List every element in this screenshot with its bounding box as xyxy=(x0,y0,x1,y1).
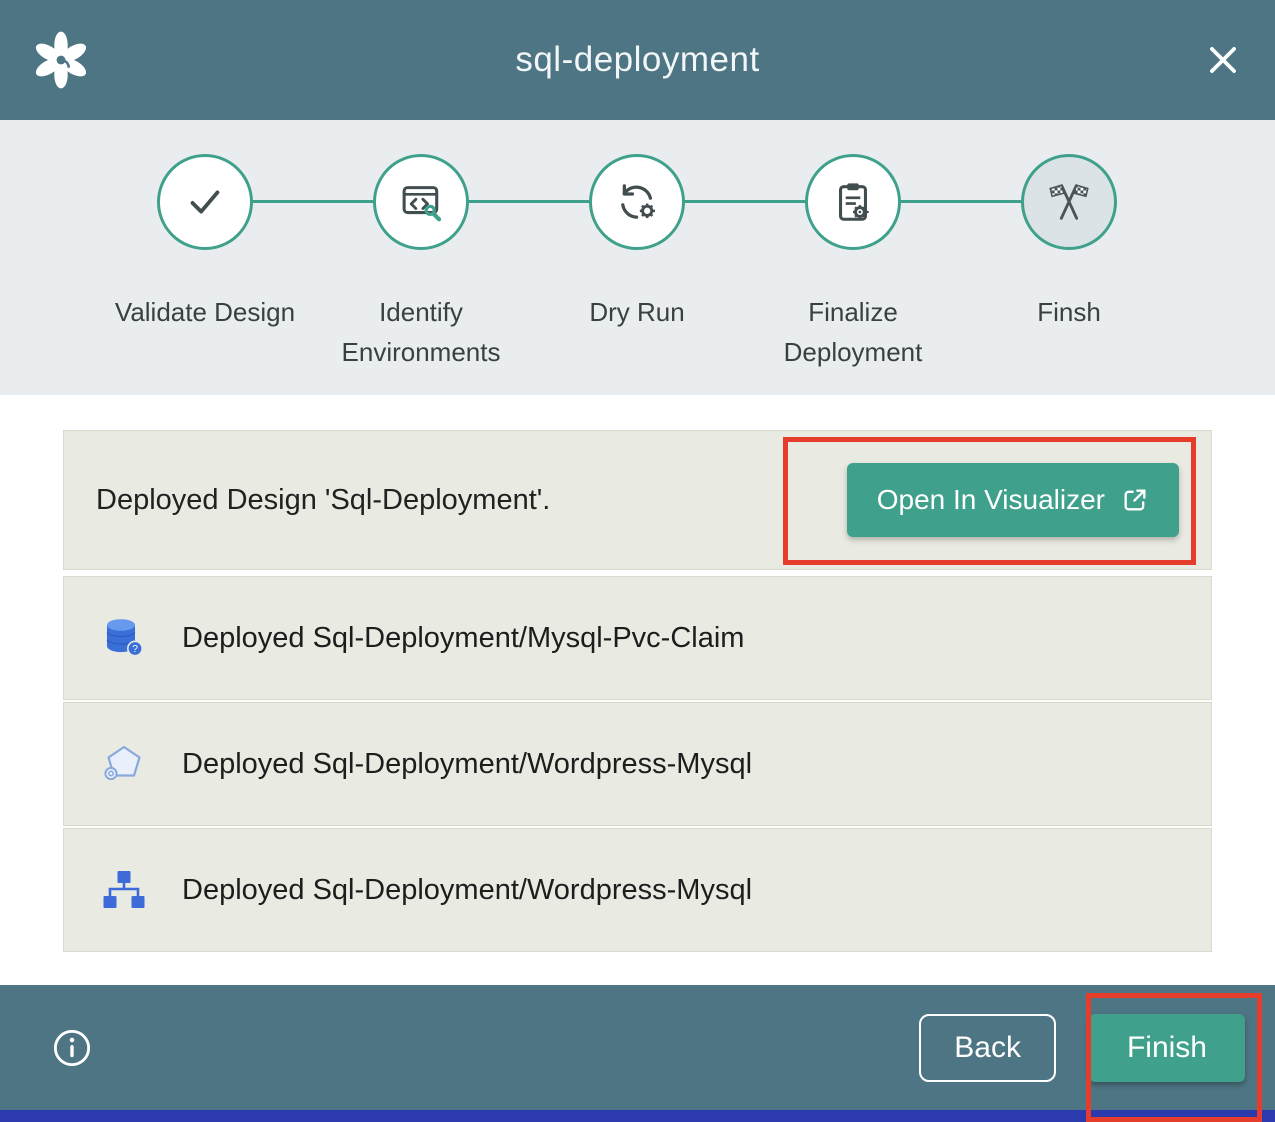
info-icon xyxy=(52,1028,92,1068)
deployed-item-text: Deployed Sql-Deployment/Mysql-Pvc-Claim xyxy=(182,622,744,655)
sql-deployment-modal: sql-deployment Validate Design xyxy=(0,0,1275,1122)
step-label: Dry Run xyxy=(589,292,684,332)
step-validate-design[interactable]: Validate Design xyxy=(97,154,313,372)
open-in-visualizer-label: Open In Visualizer xyxy=(877,484,1105,516)
clipboard-gear-icon xyxy=(830,179,876,225)
step-circle-dry-run xyxy=(589,154,685,250)
deployed-design-row: Deployed Design 'Sql-Deployment'. Open I… xyxy=(63,430,1212,570)
step-label: Finalize Deployment xyxy=(762,292,944,372)
back-button[interactable]: Back xyxy=(919,1014,1056,1082)
step-circle-finalize xyxy=(805,154,901,250)
code-window-wrench-icon xyxy=(398,179,444,225)
deployment-results: Deployed Design 'Sql-Deployment'. Open I… xyxy=(0,395,1275,985)
pentagon-shape-icon xyxy=(100,740,148,788)
close-icon xyxy=(1204,41,1242,79)
pinwheel-logo-icon xyxy=(30,29,92,91)
deployed-design-text: Deployed Design 'Sql-Deployment'. xyxy=(96,484,550,517)
checkered-flags-icon xyxy=(1046,179,1092,225)
external-link-icon xyxy=(1121,486,1149,514)
finish-button[interactable]: Finish xyxy=(1089,1014,1245,1082)
svg-text:?: ? xyxy=(132,643,138,655)
deployment-stepper: Validate Design Identify Environments xyxy=(0,120,1275,395)
step-circle-finish xyxy=(1021,154,1117,250)
hierarchy-icon xyxy=(100,866,148,914)
step-label: Finsh xyxy=(1037,292,1101,332)
open-in-visualizer-button[interactable]: Open In Visualizer xyxy=(847,463,1179,537)
deployed-item-text: Deployed Sql-Deployment/Wordpress-Mysql xyxy=(182,874,752,907)
rerun-gear-icon xyxy=(614,179,660,225)
deployed-item-row: Deployed Sql-Deployment/Wordpress-Mysql xyxy=(63,702,1212,826)
app-logo xyxy=(30,29,110,91)
step-label: Identify Environments xyxy=(330,292,512,372)
step-finish[interactable]: Finsh xyxy=(961,154,1177,372)
step-identify-environments[interactable]: Identify Environments xyxy=(313,154,529,372)
step-finalize-deployment[interactable]: Finalize Deployment xyxy=(745,154,961,372)
modal-footer: Back Finish xyxy=(0,985,1275,1110)
step-circle-identify xyxy=(373,154,469,250)
modal-header: sql-deployment xyxy=(0,0,1275,120)
deployed-item-row: Deployed Sql-Deployment/Wordpress-Mysql xyxy=(63,828,1212,952)
deployed-item-row: ? Deployed Sql-Deployment/Mysql-Pvc-Clai… xyxy=(63,576,1212,700)
check-icon xyxy=(182,179,228,225)
deployed-item-text: Deployed Sql-Deployment/Wordpress-Mysql xyxy=(182,748,752,781)
modal-title: sql-deployment xyxy=(110,40,1165,80)
close-button[interactable] xyxy=(1201,38,1245,82)
step-label: Validate Design xyxy=(115,292,295,332)
step-dry-run[interactable]: Dry Run xyxy=(529,154,745,372)
bottom-progress-strip xyxy=(0,1110,1275,1122)
step-circle-validate xyxy=(157,154,253,250)
database-icon: ? xyxy=(100,614,148,662)
info-button[interactable] xyxy=(52,1028,92,1068)
